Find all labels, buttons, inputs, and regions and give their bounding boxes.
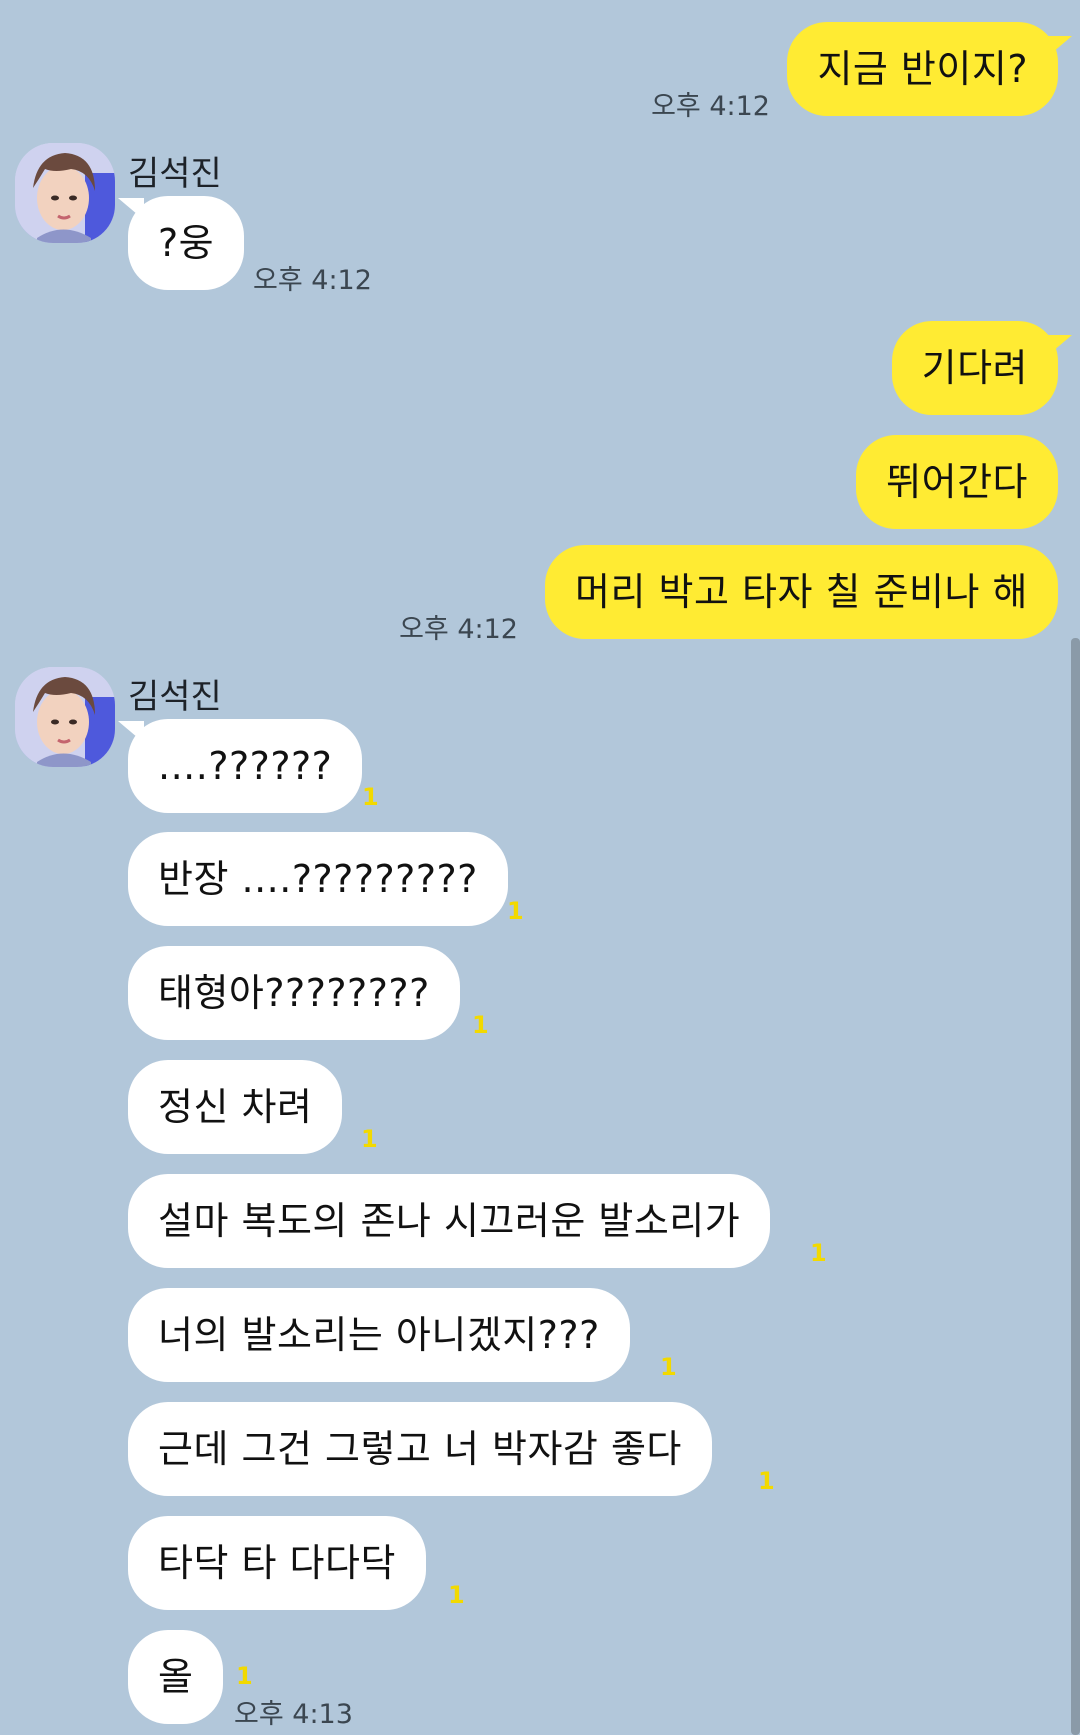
message-time: 오후 4:12 [651, 91, 770, 122]
unread-count: 1 [810, 1239, 827, 1267]
contact-avatar[interactable] [15, 667, 115, 767]
my-message-bubble[interactable]: 머리 박고 타자 칠 준비나 해 [545, 545, 1058, 639]
unread-count: 1 [236, 1662, 253, 1690]
their-message-bubble[interactable]: 올 [128, 1630, 224, 1724]
their-message-bubble[interactable]: 너의 발소리는 아니겠지??? [128, 1288, 630, 1382]
their-message-bubble[interactable]: 타닥 타 다다닥 [128, 1516, 426, 1610]
their-message-bubble[interactable]: 태형아???????? [128, 946, 460, 1040]
my-message-bubble[interactable]: 기다려 [891, 321, 1058, 415]
unread-count: 1 [362, 783, 379, 811]
unread-count: 1 [472, 1011, 489, 1039]
sender-name: 김석진 [128, 677, 222, 717]
profile-photo-icon [15, 667, 115, 767]
their-message-bubble[interactable]: 설마 복도의 존나 시끄러운 발소리가 [128, 1174, 771, 1268]
unread-count: 1 [361, 1125, 378, 1153]
bubble-tail [1046, 36, 1072, 58]
unread-count: 1 [448, 1581, 465, 1609]
message-time: 오후 4:13 [234, 1699, 353, 1730]
their-message-bubble[interactable]: 정신 차려 [128, 1060, 343, 1154]
their-message-bubble[interactable]: 근데 그건 그렇고 너 박자감 좋다 [128, 1402, 712, 1496]
bubble-tail [1046, 335, 1072, 357]
bubble-tail [118, 198, 144, 220]
message-time: 오후 4:12 [399, 614, 518, 645]
my-message-bubble[interactable]: 뛰어간다 [856, 435, 1058, 529]
unread-count: 1 [758, 1467, 775, 1495]
their-message-bubble[interactable]: ?웅 [128, 196, 245, 290]
contact-avatar[interactable] [15, 143, 115, 243]
profile-photo-icon [15, 143, 115, 243]
message-time: 오후 4:12 [253, 265, 372, 296]
chat-room: 지금 반이지? 오후 4:12 김석진 ?웅 오후 4:12 기다려 뛰어간다 … [0, 0, 1080, 1735]
unread-count: 1 [660, 1353, 677, 1381]
their-message-bubble[interactable]: ....?????? [128, 719, 363, 813]
scrollbar[interactable] [1071, 638, 1080, 1735]
bubble-tail [118, 721, 144, 743]
their-message-bubble[interactable]: 반장 ....????????? [128, 832, 508, 926]
unread-count: 1 [507, 897, 524, 925]
sender-name: 김석진 [128, 154, 222, 194]
my-message-bubble[interactable]: 지금 반이지? [787, 22, 1058, 116]
